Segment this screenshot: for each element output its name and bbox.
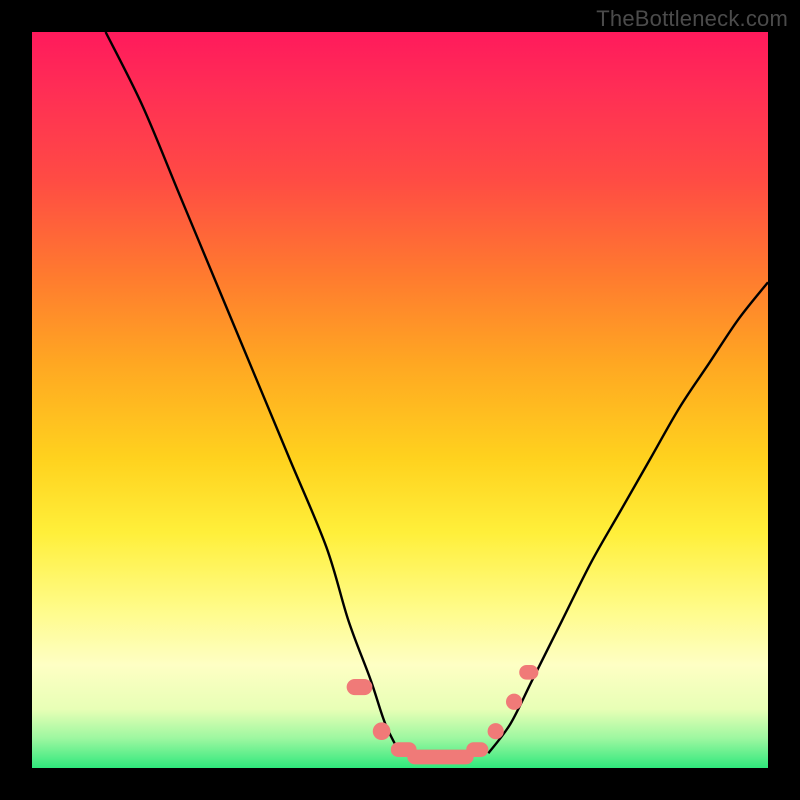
marker-0 bbox=[347, 679, 373, 695]
marker-5 bbox=[488, 723, 504, 739]
bottom-markers bbox=[347, 665, 539, 764]
chart-container: TheBottleneck.com bbox=[0, 0, 800, 800]
curve-left bbox=[106, 32, 400, 753]
chart-svg bbox=[32, 32, 768, 768]
marker-6 bbox=[506, 694, 522, 710]
marker-4 bbox=[466, 742, 488, 757]
marker-3 bbox=[407, 750, 473, 765]
left-curve bbox=[106, 32, 400, 753]
marker-1 bbox=[373, 722, 391, 740]
curve-right bbox=[488, 282, 768, 753]
watermark-text: TheBottleneck.com bbox=[596, 6, 788, 32]
plot-area bbox=[32, 32, 768, 768]
marker-7 bbox=[519, 665, 538, 680]
right-curve bbox=[488, 282, 768, 753]
